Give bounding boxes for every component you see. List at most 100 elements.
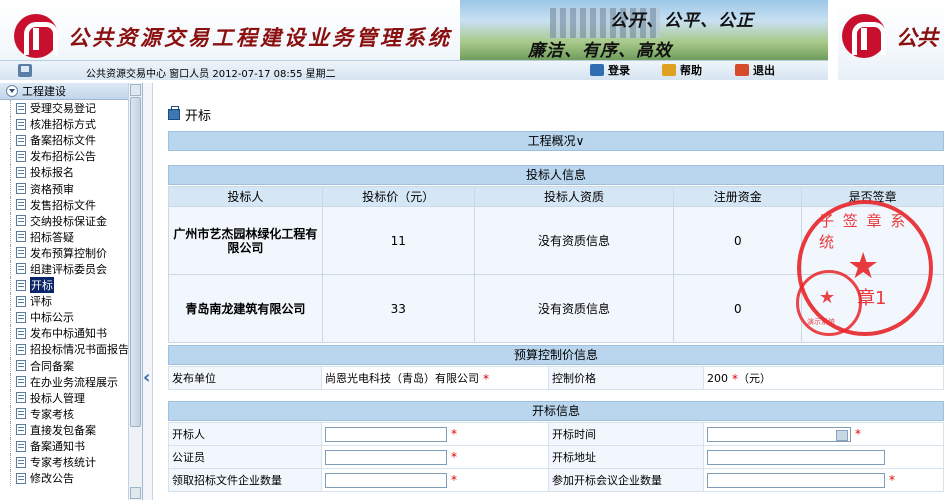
attended-count-input[interactable] xyxy=(707,472,885,488)
document-icon xyxy=(16,456,26,468)
sidebar-root[interactable]: 工程建设 xyxy=(0,83,142,100)
sidebar-item[interactable]: 直接发包备案 xyxy=(8,421,142,439)
document-icon xyxy=(16,408,26,420)
sidebar-item-label: 投标报名 xyxy=(30,166,74,180)
received-count-input[interactable] xyxy=(325,472,447,488)
required-mark: * xyxy=(889,473,895,487)
host-cell: * xyxy=(321,422,549,446)
place-label: 开标地址 xyxy=(548,445,704,469)
briefcase-icon xyxy=(168,106,180,120)
status-bar: 公共资源交易中心 窗口人员 2012-07-17 08:55 星期二 xyxy=(0,60,828,80)
sidebar-item-label: 发布预算控制价 xyxy=(30,246,107,260)
col-qualification: 投标人资质 xyxy=(473,186,675,207)
document-icon xyxy=(16,343,26,355)
attended-label: 参加开标会议企业数量 xyxy=(548,468,704,492)
sidebar-splitter[interactable]: ‹ xyxy=(143,83,153,500)
sidebar-item[interactable]: 中标公示 xyxy=(8,309,142,326)
exit-button[interactable]: 退出 xyxy=(735,61,775,79)
sidebar-item[interactable]: 组建评标委员会 xyxy=(8,260,142,278)
col-bidder: 投标人 xyxy=(168,186,323,207)
sidebar-item-label: 投标人管理 xyxy=(30,391,85,405)
sidebar-item-label: 组建评标委员会 xyxy=(30,262,107,276)
control-price-label: 控制价格 xyxy=(548,366,704,390)
bidder-name: 青岛南龙建筑有限公司 xyxy=(168,274,323,343)
login-label: 登录 xyxy=(608,64,630,77)
sidebar-item[interactable]: 专家考核统计 xyxy=(8,454,142,471)
sidebar-item[interactable]: 招标答疑 xyxy=(8,228,142,245)
notary-input[interactable] xyxy=(325,449,447,465)
sidebar-item-label: 招标答疑 xyxy=(30,230,74,244)
sidebar-item-label: 备案招标文件 xyxy=(30,134,96,148)
document-icon xyxy=(16,134,26,146)
document-icon xyxy=(16,215,26,227)
sidebar-item[interactable]: 发售招标文件 xyxy=(8,196,142,213)
document-icon xyxy=(16,102,26,114)
sidebar-item[interactable]: 专家考核 xyxy=(8,405,142,422)
publisher-cell: 尚恩光电科技（青岛）有限公司 * xyxy=(321,366,549,390)
sidebar-item[interactable]: 招投标情况书面报告 xyxy=(8,341,142,358)
document-icon xyxy=(16,392,26,404)
control-price-cell: 200 *（元） xyxy=(703,366,944,390)
received-cell: * xyxy=(321,468,549,492)
sidebar-scrollbar[interactable] xyxy=(128,83,142,500)
place-cell xyxy=(703,445,944,469)
scroll-down-button[interactable] xyxy=(130,487,141,499)
scroll-up-button[interactable] xyxy=(130,84,141,96)
scroll-thumb[interactable] xyxy=(130,97,141,427)
document-icon xyxy=(16,166,26,178)
app-title-right: 公共 xyxy=(896,25,938,50)
sidebar-item[interactable]: 发布预算控制价 xyxy=(8,244,142,262)
help-button[interactable]: 帮助 xyxy=(662,61,702,79)
sidebar-item[interactable]: 发布招标公告 xyxy=(8,148,142,165)
bid-price: 33 xyxy=(321,274,475,343)
user-info: 公共资源交易中心 窗口人员 2012-07-17 08:55 星期二 xyxy=(86,69,336,80)
publisher-label: 发布单位 xyxy=(168,366,322,390)
sidebar-item-label: 发售招标文件 xyxy=(30,198,96,212)
sidebar: 工程建设 受理交易登记 核准招标方式 备案招标文件 发布招标公告 投标报名资格预审发售招… xyxy=(0,83,143,500)
login-button[interactable]: 登录 xyxy=(590,61,630,79)
opening-time-input[interactable] xyxy=(707,426,851,442)
sidebar-item[interactable]: 资格预审 xyxy=(8,180,142,197)
table-header-row: 投标人 投标价（元） 投标人资质 注册资金 是否签章 xyxy=(168,186,944,207)
sidebar-item[interactable]: 核准招标方式 xyxy=(8,116,142,133)
sidebar-item[interactable]: 交纳投标保证金 xyxy=(8,212,142,229)
sidebar-item[interactable]: 发布中标通知书 xyxy=(8,325,142,342)
logo-icon xyxy=(14,14,58,58)
document-icon xyxy=(16,327,26,339)
sidebar-item[interactable]: 在办业务流程展示 xyxy=(8,373,142,390)
exit-label: 退出 xyxy=(753,64,775,77)
opening-form: 开标人 * 开标时间 * 公证员 * 开标地址 领取招标文件企业数量 * 参加开… xyxy=(168,422,944,492)
publisher-value: 尚恩光电科技（青岛）有限公司 xyxy=(325,372,479,385)
document-icon xyxy=(16,440,26,452)
sidebar-item[interactable]: 开标 xyxy=(8,277,142,294)
sidebar-item-label: 资格预审 xyxy=(30,182,74,196)
sidebar-item[interactable]: 备案招标文件 xyxy=(8,132,142,149)
exit-icon xyxy=(735,64,749,76)
time-label: 开标时间 xyxy=(548,422,704,446)
seal-star-icon: ★ xyxy=(819,287,836,308)
sidebar-item[interactable]: 合同备案 xyxy=(8,357,142,374)
section-budget: 预算控制价信息 xyxy=(168,345,944,365)
document-icon xyxy=(16,376,26,388)
sidebar-item-label: 受理交易登记 xyxy=(30,102,96,116)
opening-place-input[interactable] xyxy=(707,449,885,465)
col-capital: 注册资金 xyxy=(673,186,803,207)
collapse-toggle-icon[interactable] xyxy=(6,85,18,97)
sidebar-item[interactable]: 评标 xyxy=(8,293,142,310)
login-icon xyxy=(590,64,604,76)
sidebar-item[interactable]: 受理交易登记 xyxy=(8,100,142,117)
page-title: 开标 xyxy=(168,105,211,124)
sidebar-item[interactable]: 备案通知书 xyxy=(8,437,142,455)
section-bidders: 投标人信息 xyxy=(168,165,944,185)
sidebar-item[interactable]: 投标报名 xyxy=(8,164,142,181)
help-label: 帮助 xyxy=(680,64,702,77)
sidebar-item-label: 在办业务流程展示 xyxy=(30,375,118,389)
document-icon xyxy=(16,279,26,291)
sidebar-item[interactable]: 修改公告 xyxy=(8,470,142,487)
collapse-arrow-icon[interactable]: ‹ xyxy=(143,363,153,393)
sidebar-item[interactable]: 投标人管理 xyxy=(8,389,142,406)
document-icon xyxy=(16,199,26,211)
document-icon xyxy=(16,472,26,484)
section-overview[interactable]: 工程概况∨ xyxy=(168,131,944,151)
host-input[interactable] xyxy=(325,426,447,442)
